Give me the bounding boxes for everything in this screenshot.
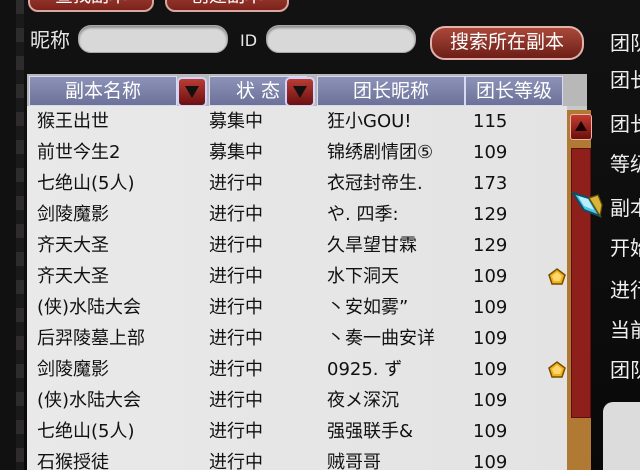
leader-level: 109 (473, 359, 508, 380)
gold-badge-icon (548, 361, 566, 378)
diamond-cursor-icon (570, 191, 603, 218)
right-label: 团长 (610, 68, 640, 92)
table-row[interactable]: 七绝山(5人) 进行中 强强联手& 109 (27, 416, 567, 447)
left-border-pattern (16, 0, 24, 470)
right-detail-box (603, 402, 640, 470)
search-dungeon-button[interactable]: 搜索所在副本 (430, 26, 584, 60)
dungeon-name: 后羿陵墓上部 (37, 328, 145, 349)
leader-level: 109 (473, 328, 508, 349)
table-row[interactable]: 后羿陵墓上部 进行中 丶奏一曲安详 109 (27, 323, 567, 354)
name-sort-button[interactable] (177, 77, 207, 107)
table-row[interactable]: 剑陵魔影 进行中 0925. ず 109 (27, 354, 567, 385)
leader-level: 173 (473, 173, 508, 194)
right-label: 团队 (610, 358, 640, 382)
dungeon-state: 进行中 (209, 359, 263, 380)
right-label: 当前 (610, 318, 640, 342)
leader-nickname: 衣冠封帝生. (327, 173, 423, 194)
table-row[interactable]: 猴王出世 募集中 狂小GOU! 115 (27, 106, 567, 137)
dungeon-name: 齐天大圣 (37, 266, 109, 287)
header-leader-level[interactable]: 团长等级 (465, 76, 563, 106)
table-row[interactable]: 齐天大圣 进行中 久旱望甘霖 129 (27, 230, 567, 261)
right-label: 进行 (610, 278, 640, 302)
table-row[interactable]: (侠)水陆大会 进行中 丶安如雾” 109 (27, 292, 567, 323)
create-dungeon-button[interactable]: 创建副本 (165, 0, 289, 12)
leader-level: 109 (473, 297, 508, 318)
dungeon-state: 进行中 (209, 452, 263, 470)
scroll-up-button[interactable] (570, 114, 592, 140)
table-body: 猴王出世 募集中 狂小GOU! 115 前世今生2 募集中 锦绣剧情团⑤ 109… (27, 106, 567, 470)
dungeon-name: 前世今生2 (37, 142, 121, 163)
dungeon-name: 七绝山(5人) (37, 421, 135, 442)
leader-nickname: 锦绣剧情团⑤ (327, 142, 434, 163)
leader-level: 129 (473, 235, 508, 256)
right-label: 等级 (610, 152, 640, 176)
dungeon-name: 剑陵魔影 (37, 204, 109, 225)
table-row[interactable]: (侠)水陆大会 进行中 夜メ深沉 109 (27, 385, 567, 416)
dungeon-state: 进行中 (209, 204, 263, 225)
dungeon-name: (侠)水陆大会 (37, 390, 142, 411)
leader-nickname: 丶奏一曲安详 (327, 328, 435, 349)
header-leader-nickname[interactable]: 团长昵称 (317, 76, 465, 106)
dungeon-state: 募集中 (209, 142, 263, 163)
leader-nickname: 水下洞天 (327, 266, 399, 287)
dungeon-state: 进行中 (209, 421, 263, 442)
dungeon-state: 进行中 (209, 390, 263, 411)
id-label: ID (240, 31, 258, 50)
leader-level: 109 (473, 390, 508, 411)
leader-nickname: 0925. ず (327, 359, 403, 380)
state-sort-button[interactable] (285, 77, 315, 107)
dungeon-search-window: 查找副本 创建副本 昵称 ID 搜索所在副本 副本名称 状 态 团长昵称 团长等… (0, 0, 640, 470)
leader-level: 109 (473, 421, 508, 442)
dungeon-name: 石猴授徒 (37, 452, 109, 470)
dungeon-name: 猴王出世 (37, 111, 109, 132)
leader-level: 109 (473, 266, 508, 287)
gold-badge-icon (548, 268, 566, 285)
table-row[interactable]: 前世今生2 募集中 锦绣剧情团⑤ 109 (27, 137, 567, 168)
id-input[interactable] (266, 25, 416, 53)
leader-level: 109 (473, 452, 508, 470)
leader-nickname: 狂小GOU! (327, 111, 412, 132)
sort-down-icon (293, 86, 307, 98)
dungeon-name: (侠)水陆大会 (37, 297, 142, 318)
table-header: 副本名称 状 态 团长昵称 团长等级 (27, 74, 587, 107)
table-row[interactable]: 齐天大圣 进行中 水下洞天 109 (27, 261, 567, 292)
leader-nickname: 夜メ深沉 (327, 390, 399, 411)
dungeon-state: 进行中 (209, 328, 263, 349)
nickname-input[interactable] (78, 25, 228, 53)
leader-nickname: や. 四季: (327, 204, 399, 225)
table-row[interactable]: 剑陵魔影 进行中 や. 四季: 129 (27, 199, 567, 230)
leader-nickname: 贼哥哥 (327, 452, 381, 470)
right-label: 开始 (610, 236, 640, 260)
right-label: 副本 (610, 196, 640, 220)
table-row[interactable]: 石猴授徒 进行中 贼哥哥 109 (27, 447, 567, 470)
table-row[interactable]: 七绝山(5人) 进行中 衣冠封帝生. 173 (27, 168, 567, 199)
sort-down-icon (185, 86, 199, 98)
leader-level: 115 (473, 111, 508, 132)
arrow-up-icon (575, 121, 587, 131)
leader-level: 129 (473, 204, 508, 225)
dungeon-state: 进行中 (209, 235, 263, 256)
dungeon-state: 募集中 (209, 111, 263, 132)
dungeon-name: 七绝山(5人) (37, 173, 135, 194)
header-dungeon-name[interactable]: 副本名称 (29, 76, 177, 106)
dungeon-name: 剑陵魔影 (37, 359, 109, 380)
leader-level: 109 (473, 142, 508, 163)
leader-nickname: 久旱望甘霖 (327, 235, 417, 256)
find-dungeon-button[interactable]: 查找副本 (28, 0, 154, 12)
dungeon-state: 进行中 (209, 297, 263, 318)
leader-nickname: 强强联手& (327, 421, 414, 442)
leader-nickname: 丶安如雾” (327, 297, 409, 318)
dungeon-name: 齐天大圣 (37, 235, 109, 256)
right-info-panel: 团队 团长 团长 等级 副本 开始 进行 当前 团队 (600, 0, 640, 470)
right-label: 团长 (610, 112, 640, 136)
nickname-label: 昵称 (30, 28, 70, 52)
dungeon-table: 副本名称 状 态 团长昵称 团长等级 猴王出世 募集中 狂小GOU! 115 前… (27, 74, 592, 470)
dungeon-state: 进行中 (209, 266, 263, 287)
dungeon-state: 进行中 (209, 173, 263, 194)
right-label: 团队 (610, 31, 640, 55)
